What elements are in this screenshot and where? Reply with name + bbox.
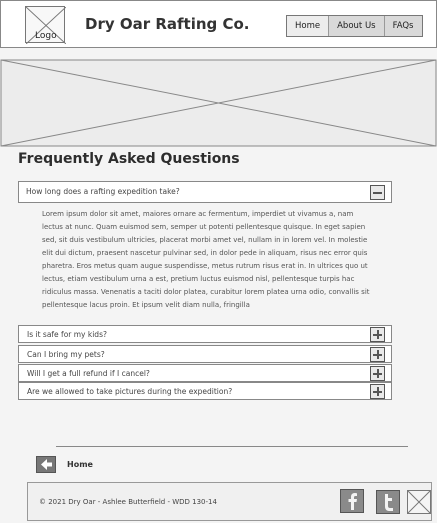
image-placeholder-icon[interactable] [407, 490, 431, 514]
faq-item[interactable]: Can I bring my pets? [18, 345, 392, 363]
faq-answer: Lorem ipsum dolor sit amet, maiores orna… [42, 210, 370, 309]
nav-about-us[interactable]: About Us [329, 16, 385, 36]
logo-placeholder[interactable]: Logo [25, 6, 66, 44]
faq-question: Are we allowed to take pictures during t… [27, 387, 233, 396]
hero-image-placeholder [0, 59, 437, 147]
home-link[interactable]: Home [67, 460, 93, 469]
nav-home[interactable]: Home [287, 16, 330, 36]
brand-name: Dry Oar Rafting Co. [85, 15, 250, 33]
facebook-icon[interactable] [340, 489, 364, 513]
expand-icon[interactable] [370, 327, 385, 342]
image-placeholder-icon [0, 59, 437, 147]
faq-question: Will I get a full refund if I cancel? [27, 369, 150, 378]
main-nav: Home About Us FAQs [286, 15, 423, 37]
nav-faqs[interactable]: FAQs [385, 16, 422, 36]
collapse-icon[interactable] [370, 185, 385, 200]
faq-item-open[interactable]: How long does a rafting expedition take? [18, 181, 392, 203]
expand-icon[interactable] [370, 347, 385, 362]
expand-icon[interactable] [370, 366, 385, 381]
faq-question: How long does a rafting expedition take? [26, 187, 180, 196]
twitter-icon[interactable] [376, 490, 400, 514]
faq-item[interactable]: Are we allowed to take pictures during t… [18, 382, 392, 400]
faq-question: Is it safe for my kids? [27, 330, 107, 339]
back-arrow-icon[interactable] [36, 456, 56, 473]
page-title: Frequently Asked Questions [18, 151, 240, 167]
faq-question: Can I bring my pets? [27, 350, 105, 359]
logo-label: Logo [35, 31, 57, 41]
copyright-text: © 2021 Dry Oar - Ashlee Butterfield - WD… [39, 498, 217, 506]
site-footer: © 2021 Dry Oar - Ashlee Butterfield - WD… [27, 482, 432, 521]
divider [56, 446, 408, 447]
expand-icon[interactable] [370, 384, 385, 399]
faq-item[interactable]: Is it safe for my kids? [18, 325, 392, 343]
site-header: Logo Dry Oar Rafting Co. Home About Us F… [0, 0, 437, 48]
faq-item[interactable]: Will I get a full refund if I cancel? [18, 364, 392, 382]
